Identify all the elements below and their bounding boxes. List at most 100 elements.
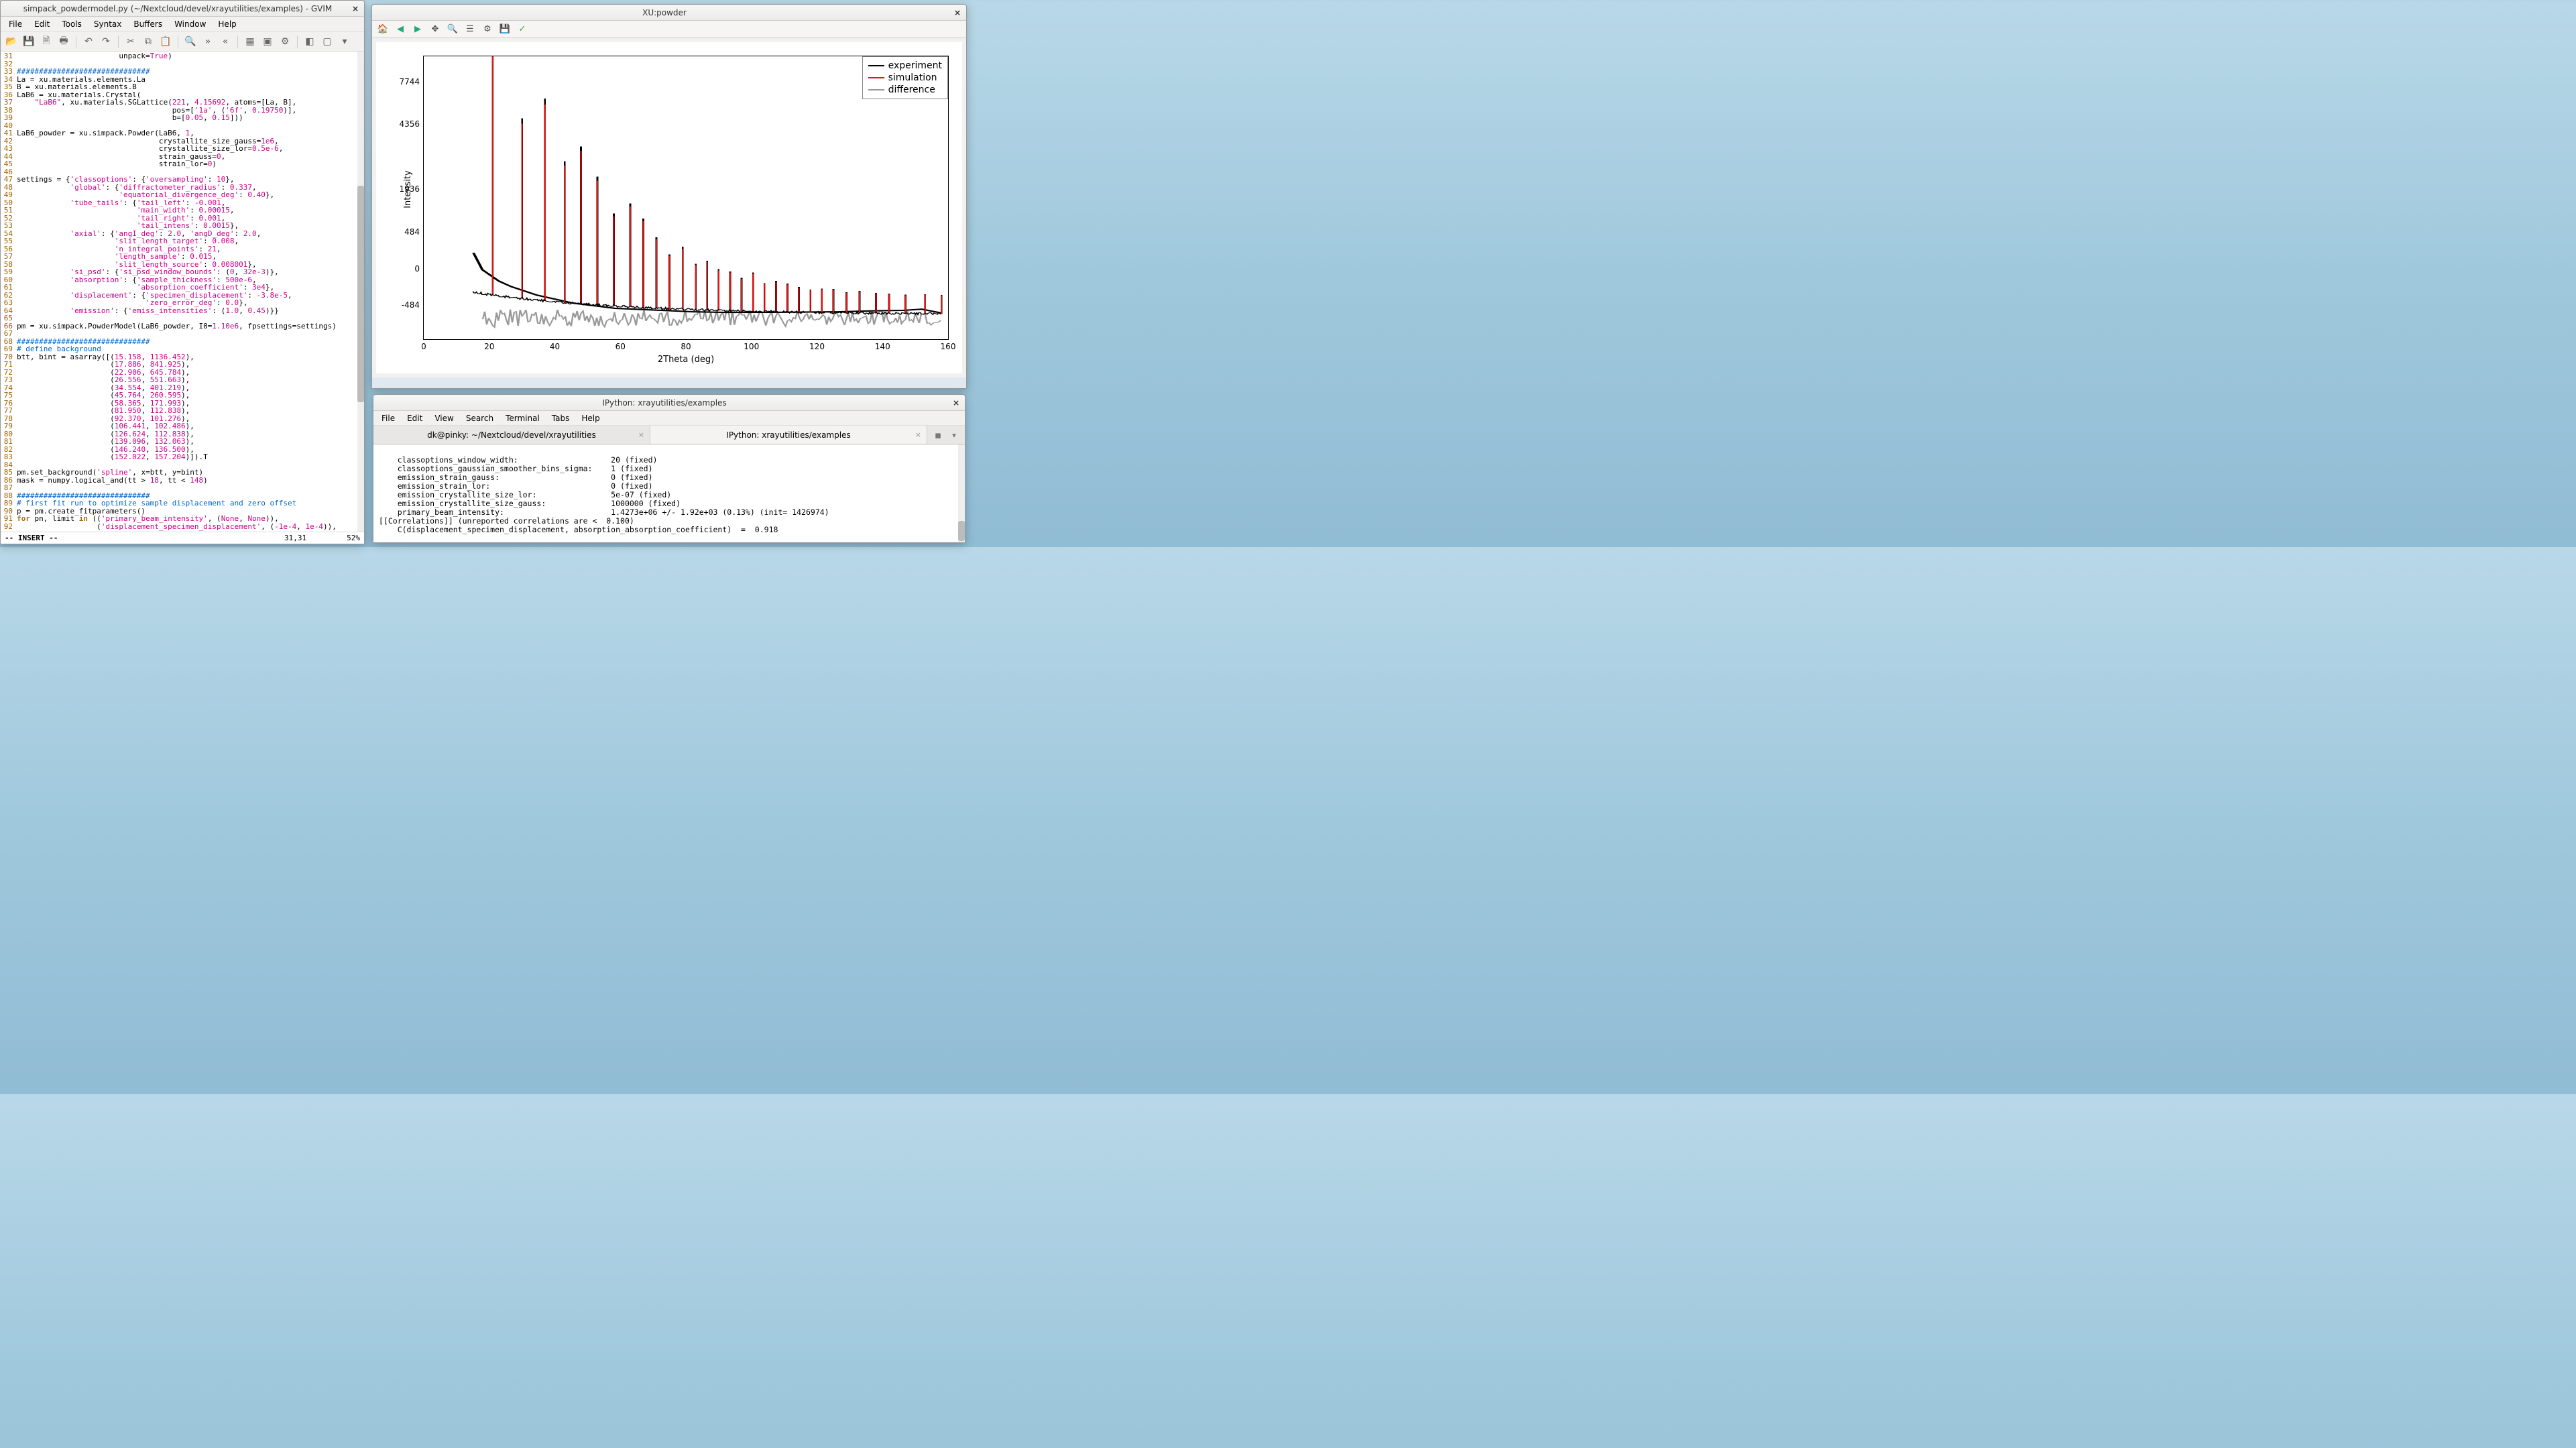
- separator: [297, 36, 298, 48]
- menu-terminal[interactable]: Terminal: [500, 412, 545, 424]
- configure-icon[interactable]: ☰: [465, 24, 475, 35]
- terminal-body[interactable]: classoptions_window_width: 20 (fixed) cl…: [373, 444, 965, 542]
- terminal-window: IPython: xrayutilities/examples × File E…: [373, 394, 965, 543]
- close-icon[interactable]: ×: [953, 8, 962, 17]
- menu-file[interactable]: File: [3, 18, 27, 30]
- cursor-position: 31,31: [284, 534, 306, 542]
- menu-window[interactable]: Window: [169, 18, 211, 30]
- gvim-toolbar: 📂 💾 🗎 🖶 ↶ ↷ ✂ ⧉ 📋 🔍 » « ▦ ▣ ⚙ ◧ ▢ ▾: [1, 32, 364, 52]
- ytick: -484: [390, 300, 424, 310]
- open-icon[interactable]: 📂: [5, 35, 18, 48]
- plot-axes[interactable]: 7744 4356 1936 484 0 -484 0 20 40 60 80 …: [423, 56, 949, 340]
- saveall-icon[interactable]: 🗎: [40, 35, 53, 48]
- menu-edit[interactable]: Edit: [29, 18, 55, 30]
- undo-icon[interactable]: ↶: [82, 35, 95, 48]
- line-number-gutter: 31 32 33 34 35 36 37 38 39 40 41 42 43 4…: [1, 52, 15, 532]
- gvim-titlebar[interactable]: simpack_powdermodel.py (~/Nextcloud/deve…: [1, 1, 364, 17]
- xtick: 80: [681, 339, 691, 351]
- findprev-icon[interactable]: «: [219, 35, 232, 48]
- menu-help[interactable]: Help: [576, 412, 605, 424]
- tab-close-icon[interactable]: ×: [915, 430, 921, 439]
- tab-close-icon[interactable]: ×: [638, 430, 644, 439]
- menu-view[interactable]: View: [429, 412, 459, 424]
- code-area[interactable]: unpack=True) ###########################…: [15, 52, 364, 532]
- tab-label: dk@pinky: ~/Nextcloud/devel/xrayutilitie…: [427, 430, 596, 440]
- gvim-scrollbar[interactable]: [357, 52, 364, 532]
- menu-tabs[interactable]: Tabs: [546, 412, 575, 424]
- tab-label: IPython: xrayutilities/examples: [726, 430, 850, 440]
- help-icon[interactable]: ▢: [320, 35, 334, 48]
- paste-icon[interactable]: 📋: [159, 35, 172, 48]
- forward-icon[interactable]: ▶: [412, 24, 423, 35]
- terminal-menubar: File Edit View Search Terminal Tabs Help: [373, 411, 965, 426]
- menu-tools[interactable]: Tools: [56, 18, 87, 30]
- menu-buffers[interactable]: Buffers: [128, 18, 168, 30]
- file-percent: 52%: [347, 534, 360, 542]
- xtick: 60: [616, 339, 626, 351]
- close-icon[interactable]: ×: [351, 4, 360, 13]
- findnext-icon[interactable]: »: [201, 35, 215, 48]
- y-axis-label: Intensity: [403, 170, 413, 208]
- terminal-title: IPython: xrayutilities/examples: [377, 398, 951, 408]
- terminal-titlebar[interactable]: IPython: xrayutilities/examples ×: [373, 395, 965, 411]
- plot-canvas[interactable]: 7744 4356 1936 484 0 -484 0 20 40 60 80 …: [376, 42, 962, 373]
- session-icon[interactable]: ▦: [243, 35, 257, 48]
- x-axis-label: 2Theta (deg): [658, 355, 714, 365]
- subplots-icon[interactable]: ⚙: [482, 24, 493, 35]
- ytick: 0: [390, 264, 424, 274]
- terminal-scrollbar[interactable]: [958, 444, 965, 542]
- save-icon[interactable]: 💾: [22, 35, 36, 48]
- find-icon[interactable]: 🔍: [184, 35, 197, 48]
- menu-help[interactable]: Help: [213, 18, 241, 30]
- gvim-menubar: File Edit Tools Syntax Buffers Window He…: [1, 17, 364, 32]
- terminal-tabstrip: dk@pinky: ~/Nextcloud/devel/xrayutilitie…: [373, 426, 965, 444]
- runscript-icon[interactable]: ▣: [261, 35, 274, 48]
- xtick: 120: [809, 339, 825, 351]
- separator: [237, 36, 238, 48]
- gvim-title: simpack_powdermodel.py (~/Nextcloud/deve…: [5, 4, 351, 13]
- terminal-output: classoptions_window_width: 20 (fixed) cl…: [379, 455, 829, 534]
- matplotlib-toolbar: 🏠 ◀ ▶ ✥ 🔍 ☰ ⚙ 💾 ✓: [372, 21, 966, 38]
- redo-icon[interactable]: ↷: [99, 35, 113, 48]
- tag-icon[interactable]: ◧: [303, 35, 316, 48]
- check-icon[interactable]: ✓: [517, 24, 528, 35]
- menu-edit[interactable]: Edit: [402, 412, 428, 424]
- copy-icon[interactable]: ⧉: [141, 35, 155, 48]
- tab-menu-icon[interactable]: ▾: [947, 428, 961, 442]
- menu-file[interactable]: File: [376, 412, 400, 424]
- scrollbar-thumb[interactable]: [958, 521, 965, 541]
- xtick: 100: [744, 339, 759, 351]
- close-icon[interactable]: ×: [951, 398, 961, 408]
- xtick: 40: [550, 339, 560, 351]
- plot-status-strip: [372, 377, 966, 388]
- separator: [118, 36, 119, 48]
- vim-mode: -- INSERT --: [5, 534, 58, 542]
- xtick: 20: [484, 339, 494, 351]
- dropdown-icon[interactable]: ▾: [338, 35, 351, 48]
- ytick: 4356: [390, 119, 424, 129]
- make-icon[interactable]: ⚙: [278, 35, 292, 48]
- home-icon[interactable]: 🏠: [377, 24, 388, 35]
- back-icon[interactable]: ◀: [395, 24, 406, 35]
- xtick: 0: [421, 339, 426, 351]
- menu-syntax[interactable]: Syntax: [89, 18, 127, 30]
- gvim-statusbar: -- INSERT -- 31,31 52%: [1, 532, 364, 544]
- menu-search[interactable]: Search: [461, 412, 499, 424]
- new-tab-icon[interactable]: ◼: [931, 428, 945, 442]
- terminal-tab-shell[interactable]: dk@pinky: ~/Nextcloud/devel/xrayutilitie…: [373, 426, 650, 444]
- cut-icon[interactable]: ✂: [124, 35, 137, 48]
- pan-icon[interactable]: ✥: [430, 24, 441, 35]
- zoom-icon[interactable]: 🔍: [447, 24, 458, 35]
- xtick: 160: [941, 339, 956, 351]
- terminal-tab-ipython[interactable]: IPython: xrayutilities/examples ×: [650, 426, 927, 444]
- xtick: 140: [875, 339, 890, 351]
- gvim-window: simpack_powdermodel.py (~/Nextcloud/deve…: [0, 0, 365, 544]
- ytick: 7744: [390, 77, 424, 86]
- plot-title: XU:powder: [376, 8, 953, 17]
- plot-data-svg: [424, 56, 948, 339]
- scrollbar-thumb[interactable]: [357, 186, 364, 402]
- print-icon[interactable]: 🖶: [57, 35, 70, 48]
- plot-titlebar[interactable]: XU:powder ×: [372, 5, 966, 21]
- gvim-editor[interactable]: 31 32 33 34 35 36 37 38 39 40 41 42 43 4…: [1, 52, 364, 532]
- save-icon[interactable]: 💾: [500, 24, 510, 35]
